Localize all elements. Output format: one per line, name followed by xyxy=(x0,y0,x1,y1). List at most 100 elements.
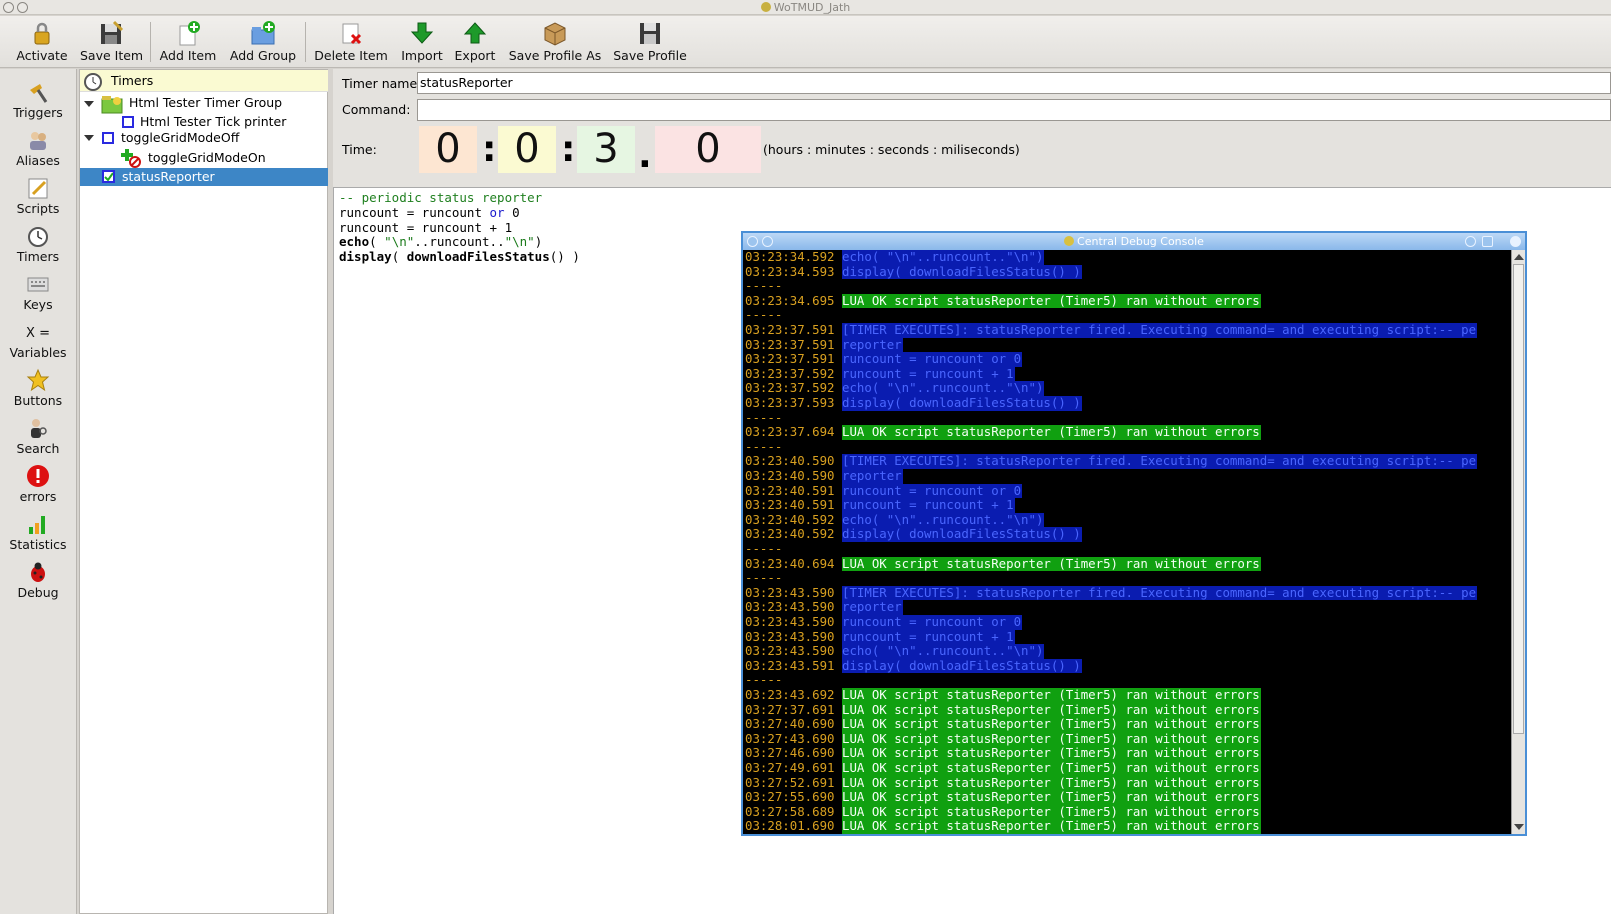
console-scrollbar[interactable] xyxy=(1511,250,1525,834)
inactive-checkbox-icon[interactable] xyxy=(122,116,134,128)
console-maximize-icon[interactable] xyxy=(1482,236,1493,247)
console-timestamp: 03:27:55.690 xyxy=(745,789,835,805)
bug-icon xyxy=(26,560,50,584)
console-message: LUA OK script statusReporter (Timer5) ra… xyxy=(842,730,1261,747)
console-message: echo( "\n"..runcount.."\n") xyxy=(842,643,1045,659)
floppy-disk-icon xyxy=(637,20,663,46)
console-close-x-icon[interactable] xyxy=(1510,236,1521,247)
console-sticky-icon[interactable] xyxy=(762,236,773,247)
toolbar-separator xyxy=(305,22,306,62)
console-timestamp: 03:27:40.690 xyxy=(745,716,835,732)
scripts-label: Scripts xyxy=(16,201,60,216)
add-group-button[interactable]: Add Group xyxy=(228,20,298,66)
script-keyword: or xyxy=(489,205,505,220)
console-line: 03:27:46.690 LUA OK script statusReporte… xyxy=(745,746,1261,761)
stopwatch-icon xyxy=(83,71,103,94)
command-input[interactable] xyxy=(417,99,1611,121)
import-button[interactable]: Import xyxy=(397,20,447,66)
export-button[interactable]: Export xyxy=(452,20,498,66)
script-text: ( xyxy=(391,249,407,264)
console-line: 03:23:40.591 runcount = runcount + 1 xyxy=(745,497,1015,513)
script-text: ..runcount.. xyxy=(414,234,505,249)
debug-console-output[interactable]: 03:23:34.592 echo( "\n"..runcount.."\n")… xyxy=(745,250,1509,834)
sidebar-item-errors[interactable]: errors xyxy=(0,464,76,504)
console-line: 03:23:34.695 LUA OK script statusReporte… xyxy=(745,292,1261,309)
seconds-field[interactable]: 3 xyxy=(577,126,635,173)
console-timestamp: 03:23:37.591 xyxy=(745,322,835,337)
console-line: ----- xyxy=(745,541,782,557)
console-timestamp: 03:23:37.591 xyxy=(745,351,835,367)
console-timestamp: 03:23:40.592 xyxy=(745,511,835,527)
tree-node-group[interactable]: Html Tester Timer Group xyxy=(129,94,282,112)
tree-node-toggle-off[interactable]: toggleGridModeOff xyxy=(121,129,239,147)
sidebar-item-scripts[interactable]: Scripts xyxy=(0,176,76,216)
console-message: reporter xyxy=(842,599,903,615)
hours-field[interactable]: 0 xyxy=(419,126,477,173)
sidebar-item-statistics[interactable]: Statistics xyxy=(0,512,76,552)
console-scroll-thumb[interactable] xyxy=(1513,264,1524,734)
sidebar-item-buttons[interactable]: Buttons xyxy=(0,368,76,408)
triggers-icon xyxy=(26,80,50,104)
console-message: runcount = runcount + 1 xyxy=(842,497,1015,513)
tree-node-status-reporter[interactable]: statusReporter xyxy=(80,168,328,186)
tree-node-toggle-on[interactable]: toggleGridModeOn xyxy=(148,149,266,167)
console-line: 03:23:34.592 echo( "\n"..runcount.."\n") xyxy=(745,250,1045,265)
script-function: echo xyxy=(339,234,370,249)
script-line-1: -- periodic status reporter xyxy=(339,190,543,205)
console-line: 03:23:43.692 LUA OK script statusReporte… xyxy=(745,687,1261,703)
tree-root-timers[interactable]: Timers xyxy=(80,70,328,92)
console-timestamp: 03:23:40.592 xyxy=(745,526,835,542)
sidebar-item-variables[interactable]: X = Variables xyxy=(0,322,76,360)
script-line-4: echo( "\n"..runcount.."\n") xyxy=(339,234,542,249)
console-line: 03:23:43.590 runcount = runcount + 1 xyxy=(745,629,1015,645)
scroll-down-icon[interactable] xyxy=(1514,824,1524,830)
console-timestamp: 03:23:34.592 xyxy=(745,250,835,264)
debug-console-titlebar[interactable]: Central Debug Console xyxy=(743,233,1525,250)
add-item-icon xyxy=(175,20,201,46)
console-message: [TIMER EXECUTES]: statusReporter fired. … xyxy=(842,584,1478,601)
expand-arrow-icon[interactable] xyxy=(84,101,94,107)
console-message: reporter xyxy=(842,336,903,353)
console-line: 03:23:40.591 runcount = runcount or 0 xyxy=(745,483,1023,499)
sidebar-item-aliases[interactable]: Aliases xyxy=(0,128,76,168)
inactive-checkbox-icon[interactable] xyxy=(102,132,114,144)
save-profile-as-button[interactable]: Save Profile As xyxy=(508,20,602,66)
delete-item-button[interactable]: Delete Item xyxy=(313,20,389,66)
console-message: LUA OK script statusReporter (Timer5) ra… xyxy=(842,292,1261,309)
add-item-label: Add Item xyxy=(159,48,217,63)
console-minimize-icon[interactable] xyxy=(1465,236,1476,247)
debug-label: Debug xyxy=(17,585,59,600)
script-line-3: runcount = runcount + 1 xyxy=(339,220,513,235)
add-item-button[interactable]: Add Item xyxy=(158,20,218,66)
sidebar-item-keys[interactable]: Keys xyxy=(0,272,76,312)
console-timestamp: 03:27:49.691 xyxy=(745,760,835,775)
console-timestamp: 03:23:43.590 xyxy=(745,643,835,659)
console-message: runcount = runcount or 0 xyxy=(842,351,1023,367)
app-icon xyxy=(760,2,771,12)
console-message: LUA OK script statusReporter (Timer5) ra… xyxy=(842,789,1261,805)
minutes-field[interactable]: 0 xyxy=(498,126,556,173)
console-line: ----- xyxy=(745,570,782,586)
save-item-button[interactable]: Save Item xyxy=(80,20,143,66)
console-timestamp: ----- xyxy=(745,409,783,425)
console-line: ----- xyxy=(745,409,783,426)
sidebar-item-timers[interactable]: Timers xyxy=(0,224,76,264)
sidebar-item-triggers[interactable]: Triggers xyxy=(0,80,76,120)
timer-name-input[interactable]: statusReporter xyxy=(417,72,1611,94)
console-timestamp: 03:27:37.691 xyxy=(745,701,835,717)
console-message: display( downloadFilesStatus() ) xyxy=(842,657,1082,674)
import-arrow-down-icon xyxy=(409,20,435,46)
milliseconds-field[interactable]: 0 xyxy=(655,126,761,173)
console-line: 03:23:37.591 runcount = runcount or 0 xyxy=(745,351,1023,367)
activate-button[interactable]: Activate xyxy=(15,20,69,66)
console-close-icon[interactable] xyxy=(747,236,758,247)
console-message: LUA OK script statusReporter (Timer5) ra… xyxy=(842,745,1261,761)
sidebar-item-search[interactable]: Search xyxy=(0,416,76,456)
scroll-up-icon[interactable] xyxy=(1514,254,1524,260)
script-text: ( xyxy=(369,234,385,249)
sidebar-item-debug[interactable]: Debug xyxy=(0,560,76,600)
script-function: display xyxy=(339,249,392,264)
delete-item-label: Delete Item xyxy=(314,48,388,63)
expand-arrow-icon[interactable] xyxy=(84,135,94,141)
save-profile-button[interactable]: Save Profile xyxy=(611,20,689,66)
